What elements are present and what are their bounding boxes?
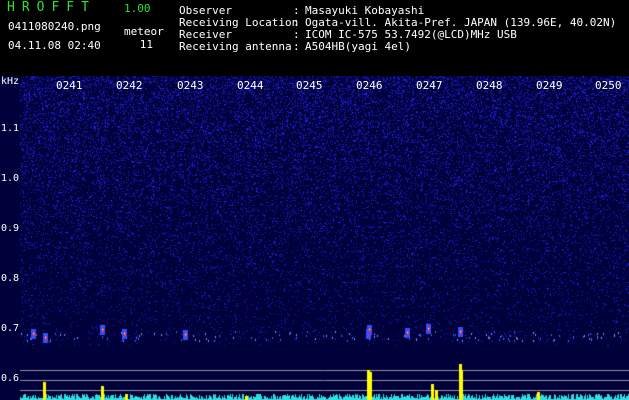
file-name: 0411080240.png bbox=[8, 20, 101, 33]
spectrogram-canvas bbox=[0, 76, 629, 400]
time-label: 0247 bbox=[416, 79, 443, 92]
time-label: 0243 bbox=[177, 79, 204, 92]
app-title: HROFFT bbox=[7, 0, 96, 15]
time-label: 0241 bbox=[56, 79, 83, 92]
meteor-label: meteor bbox=[124, 25, 164, 38]
freq-label: 1.1 bbox=[1, 123, 20, 134]
freq-label: 0.8 bbox=[1, 273, 20, 284]
app-version: 1.00 bbox=[124, 2, 151, 15]
header-panel: HROFFT 1.00 0411080240.png 04.11.08 02:4… bbox=[0, 0, 629, 75]
info-row-antenna: Receiving antenna: A504HB(yagi 4el) bbox=[179, 40, 411, 53]
freq-label: 0.6 bbox=[1, 373, 20, 384]
info-value: A504HB(yagi 4el) bbox=[305, 40, 411, 53]
time-label: 0248 bbox=[476, 79, 503, 92]
time-label: 0249 bbox=[536, 79, 563, 92]
time-label: 0245 bbox=[296, 79, 323, 92]
meteor-count: 11 bbox=[139, 38, 153, 51]
freq-label: 1.0 bbox=[1, 173, 20, 184]
info-key: Receiving antenna bbox=[179, 40, 292, 53]
frequency-unit-label: kHz bbox=[1, 76, 20, 87]
freq-label: 0.7 bbox=[1, 323, 20, 334]
freq-label: 0.9 bbox=[1, 223, 20, 234]
time-label: 0250 bbox=[595, 79, 622, 92]
time-label: 0246 bbox=[356, 79, 383, 92]
time-label: 0244 bbox=[237, 79, 264, 92]
time-label: 0242 bbox=[116, 79, 143, 92]
date-time: 04.11.08 02:40 bbox=[8, 39, 101, 52]
